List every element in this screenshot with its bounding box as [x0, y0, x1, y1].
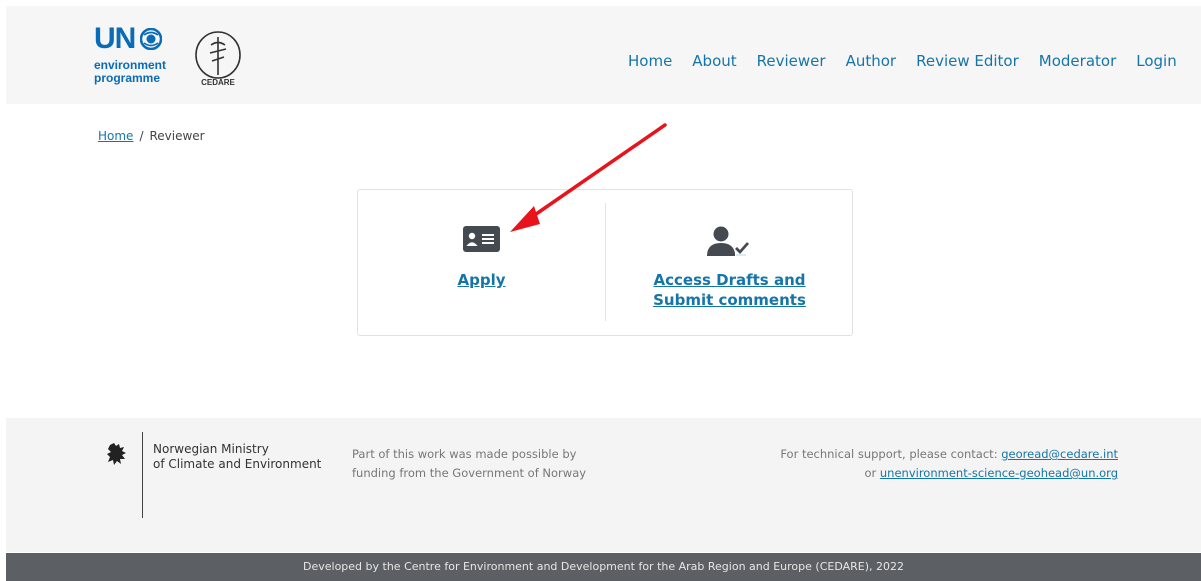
breadcrumb-home[interactable]: Home: [98, 129, 133, 143]
copyright-bar: Developed by the Centre for Environment …: [6, 553, 1201, 581]
unep-emblem-icon: [140, 28, 162, 50]
cedare-logo-text: CEDARE: [201, 78, 235, 87]
main-nav: Home About Reviewer Author Review Editor…: [628, 52, 1197, 70]
support-prefix: For technical support, please contact:: [780, 447, 1002, 461]
funding-text: Part of this work was made possible by f…: [352, 445, 586, 483]
nav-about[interactable]: About: [692, 52, 736, 70]
unep-logo-line2: programme: [94, 71, 161, 85]
nav-review-editor[interactable]: Review Editor: [916, 52, 1019, 70]
breadcrumb: Home / Reviewer: [98, 129, 205, 143]
funding-line1: Part of this work was made possible by: [352, 447, 577, 461]
nav-moderator[interactable]: Moderator: [1039, 52, 1116, 70]
cedare-logo[interactable]: CEDARE: [192, 27, 248, 87]
ministry-line2: of Climate and Environment: [153, 457, 322, 471]
apply-link[interactable]: Apply: [358, 270, 605, 290]
nav-author[interactable]: Author: [846, 52, 897, 70]
access-drafts-link[interactable]: Access Drafts and Submit comments: [636, 270, 823, 310]
site-header: UN environment programme CEDARE Home Abo…: [6, 6, 1201, 104]
nav-home[interactable]: Home: [628, 52, 672, 70]
nav-login[interactable]: Login: [1136, 52, 1176, 70]
support-text: For technical support, please contact: g…: [780, 445, 1118, 483]
breadcrumb-current: Reviewer: [149, 129, 205, 143]
user-check-icon: [707, 226, 750, 256]
red-arrow: [510, 123, 667, 232]
id-card-icon: [463, 226, 500, 252]
support-email-link-2[interactable]: unenvironment-science-geohead@un.org: [880, 466, 1118, 480]
unep-logo[interactable]: UN environment programme: [94, 24, 186, 88]
footer-divider: [142, 432, 143, 518]
unep-logo-line1: environment: [94, 58, 167, 72]
nav-reviewer[interactable]: Reviewer: [757, 52, 826, 70]
support-email-link-1[interactable]: georead@cedare.int: [1001, 447, 1118, 461]
breadcrumb-separator: /: [139, 129, 144, 143]
norway-lion-icon: [107, 443, 126, 465]
funding-line2: funding from the Government of Norway: [352, 466, 587, 480]
ministry-text: Norwegian Ministry of Climate and Enviro…: [153, 442, 321, 472]
unep-logo-un: UN: [94, 22, 136, 55]
site-footer: Norwegian Ministry of Climate and Enviro…: [6, 418, 1201, 552]
support-or: or: [864, 466, 880, 480]
ministry-line1: Norwegian Ministry: [153, 442, 269, 456]
